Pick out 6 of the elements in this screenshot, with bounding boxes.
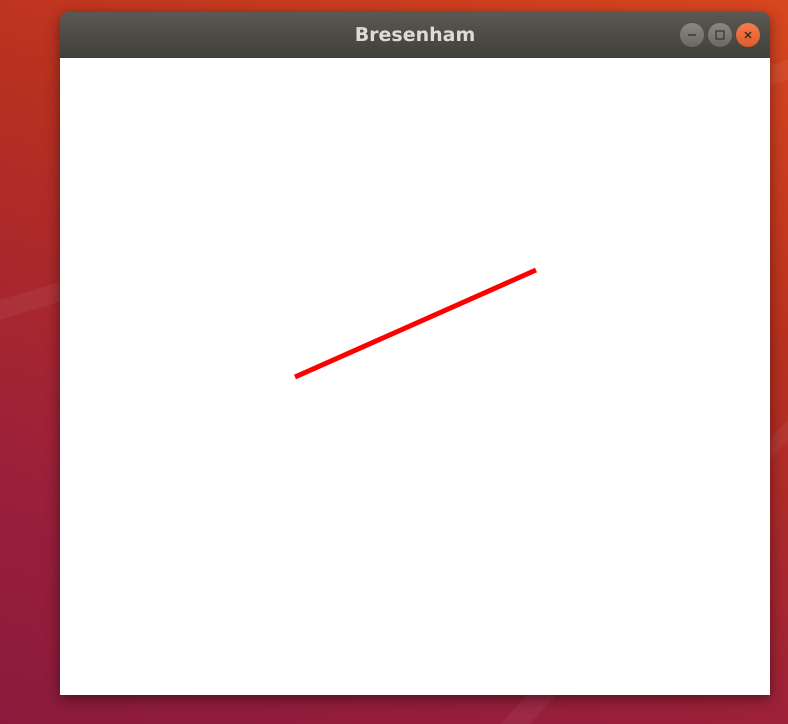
window-title: Bresenham (354, 24, 476, 46)
minimize-button[interactable] (680, 23, 704, 47)
maximize-icon (715, 30, 725, 40)
maximize-button[interactable] (708, 23, 732, 47)
close-icon (743, 30, 753, 40)
close-button[interactable] (736, 23, 760, 47)
